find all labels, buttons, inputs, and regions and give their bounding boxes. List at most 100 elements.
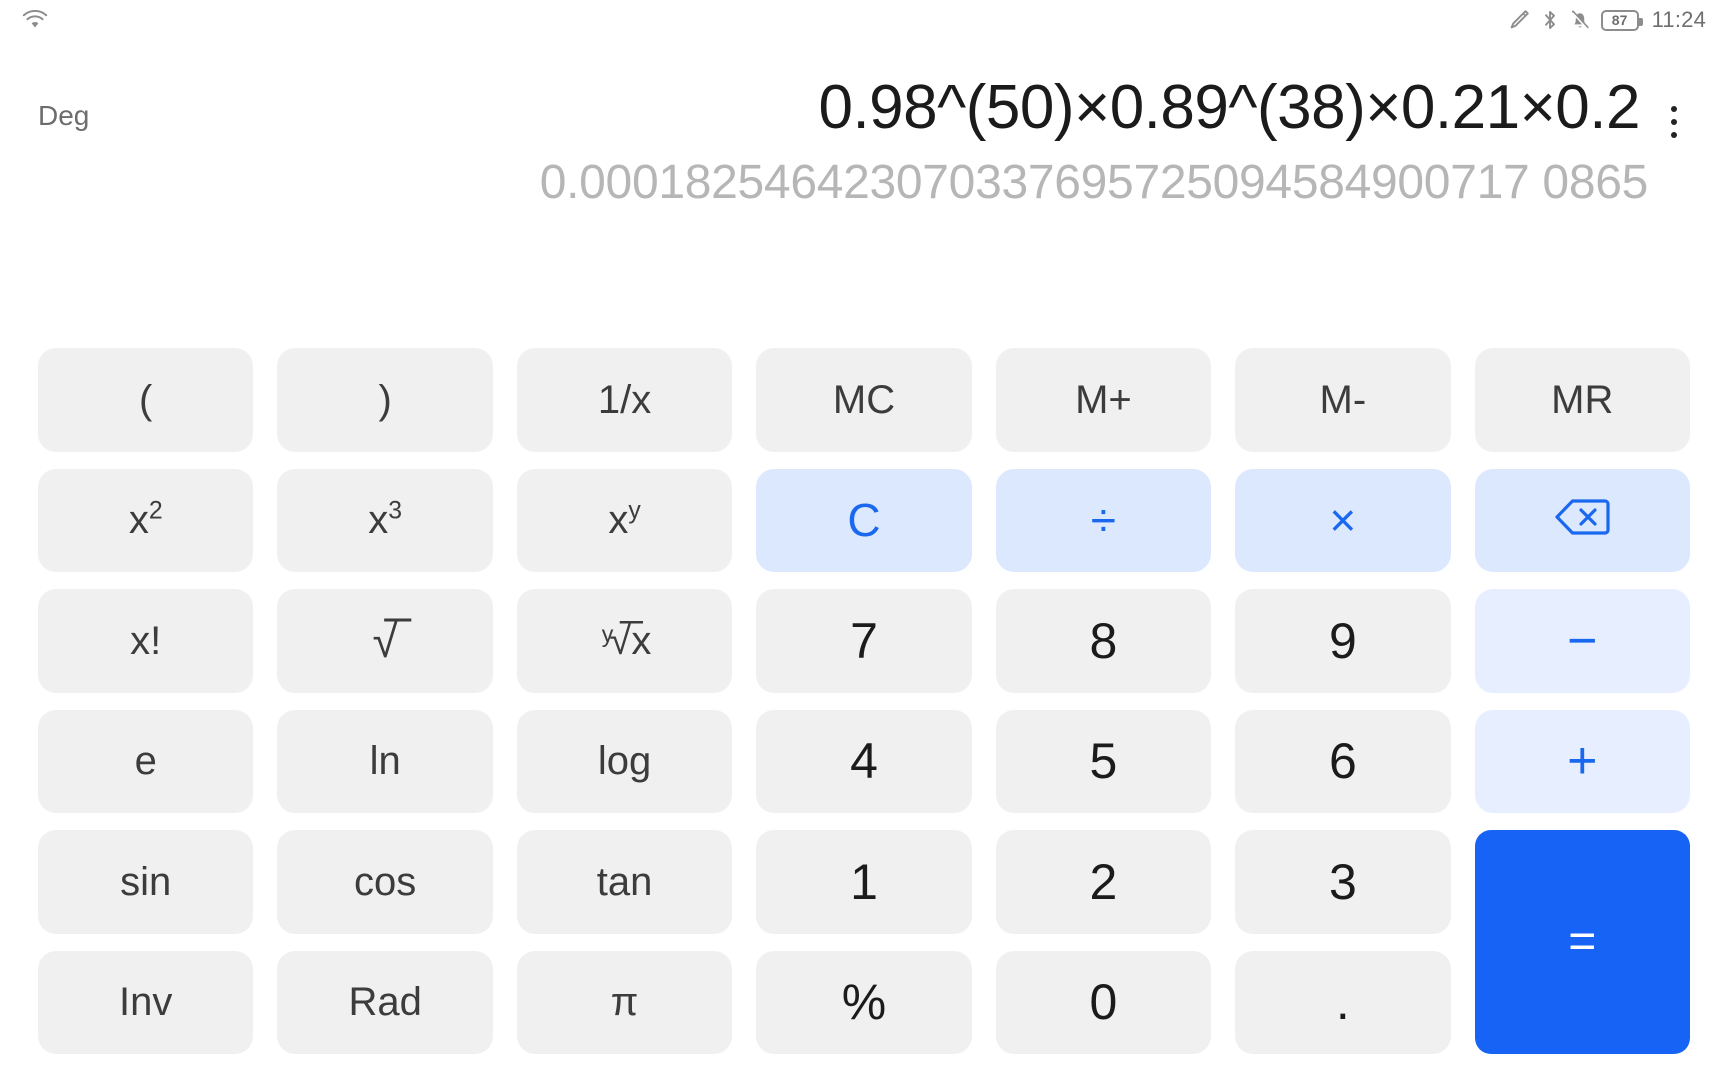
battery-indicator: 87 <box>1600 9 1643 31</box>
key-label: Inv <box>119 980 173 1025</box>
key-digit-9[interactable]: 9 <box>1235 589 1451 693</box>
key-memory-subtract[interactable]: M- <box>1235 348 1451 452</box>
key-equals[interactable]: = <box>1474 830 1690 1054</box>
key-label: 1 <box>850 853 878 910</box>
bluetooth-icon <box>1541 9 1559 31</box>
key-label: √̅̅̅ <box>372 614 398 667</box>
key-label: ln <box>369 739 401 784</box>
key-label: . <box>1335 974 1350 1031</box>
key-multiply[interactable]: × <box>1235 468 1451 572</box>
expression-row: 0.98^(50)×0.89^(38)×0.21×0.2 <box>0 72 1728 158</box>
key-factorial[interactable]: x! <box>38 589 254 693</box>
key-digit-7[interactable]: 7 <box>756 589 972 693</box>
status-bar-right: 87 11:24 <box>1508 7 1706 33</box>
result-text: 0.000182546423070337695725094584900717 0… <box>539 156 1649 209</box>
key-add[interactable]: + <box>1474 709 1690 813</box>
key-label: xy <box>608 497 641 543</box>
key-backspace[interactable] <box>1474 468 1690 572</box>
key-sine[interactable]: sin <box>38 830 254 934</box>
key-label: x! <box>130 618 162 663</box>
bell-muted-icon <box>1570 9 1590 31</box>
key-label: M+ <box>1075 377 1132 422</box>
key-square[interactable]: x2 <box>38 468 254 572</box>
calculator-display: Deg 0.98^(50)×0.89^(38)×0.21×0.2 0.00018… <box>0 40 1728 290</box>
key-label: e <box>134 739 157 784</box>
key-label: ( <box>139 377 153 422</box>
key-digit-6[interactable]: 6 <box>1235 709 1451 813</box>
key-subtract[interactable]: − <box>1474 589 1690 693</box>
key-label: 3 <box>1328 853 1357 910</box>
key-cosine[interactable]: cos <box>277 830 493 934</box>
key-close-paren[interactable]: ) <box>277 348 493 452</box>
status-bar: 87 11:24 <box>0 0 1728 40</box>
backspace-icon <box>1554 497 1610 544</box>
key-memory-recall[interactable]: MR <box>1474 348 1690 452</box>
key-label: C <box>847 494 881 547</box>
battery-level: 87 <box>1611 12 1628 28</box>
key-label: 1/x <box>597 377 652 422</box>
key-digit-2[interactable]: 2 <box>995 830 1212 934</box>
key-label: 4 <box>850 733 878 790</box>
key-label: π <box>610 980 639 1025</box>
key-square-root[interactable]: √̅̅̅ <box>277 589 493 693</box>
key-inverse[interactable]: Inv <box>38 950 254 1054</box>
key-memory-add[interactable]: M+ <box>995 348 1212 452</box>
key-label: + <box>1567 732 1598 791</box>
key-reciprocal[interactable]: 1/x <box>516 348 733 452</box>
key-digit-0[interactable]: 0 <box>995 950 1212 1054</box>
key-label: × <box>1329 494 1357 547</box>
key-label: x2 <box>128 497 163 543</box>
key-label: − <box>1567 611 1598 670</box>
key-percent[interactable]: % <box>756 950 972 1054</box>
menu-dot <box>1671 132 1677 138</box>
key-label: x3 <box>368 497 403 543</box>
key-log[interactable]: log <box>516 709 733 813</box>
key-pi[interactable]: π <box>516 950 733 1054</box>
key-label: tan <box>596 859 653 904</box>
key-label: cos <box>354 859 417 904</box>
key-label: 8 <box>1089 612 1118 669</box>
key-divide[interactable]: ÷ <box>995 468 1212 572</box>
status-bar-left <box>22 10 48 30</box>
key-label: 5 <box>1089 733 1118 790</box>
key-cube[interactable]: x3 <box>277 468 493 572</box>
key-power[interactable]: xy <box>516 468 733 572</box>
key-label: = <box>1568 915 1597 968</box>
key-label: 0 <box>1089 974 1118 1031</box>
key-label: 9 <box>1328 612 1357 669</box>
menu-dot <box>1671 119 1677 125</box>
key-radian-mode[interactable]: Rad <box>277 950 493 1054</box>
key-label: Rad <box>348 980 422 1025</box>
key-label: ) <box>378 377 392 422</box>
key-digit-3[interactable]: 3 <box>1235 830 1451 934</box>
key-digit-4[interactable]: 4 <box>756 709 972 813</box>
key-label: 2 <box>1089 853 1118 910</box>
wifi-icon <box>22 10 48 30</box>
key-clear[interactable]: C <box>756 468 972 572</box>
key-digit-8[interactable]: 8 <box>995 589 1212 693</box>
key-decimal-point[interactable]: . <box>1235 950 1451 1054</box>
more-vertical-icon[interactable] <box>1648 86 1700 158</box>
key-label: M- <box>1319 377 1367 422</box>
stylus-icon <box>1508 9 1530 31</box>
key-label: MC <box>832 377 896 422</box>
key-open-paren[interactable]: ( <box>38 348 254 452</box>
key-natural-log[interactable]: ln <box>277 709 493 813</box>
key-memory-clear[interactable]: MC <box>756 348 972 452</box>
menu-dot <box>1671 106 1677 112</box>
key-tangent[interactable]: tan <box>516 830 733 934</box>
key-digit-5[interactable]: 5 <box>995 709 1212 813</box>
key-label: y √̅x <box>601 618 652 663</box>
clock-time: 11:24 <box>1651 7 1706 32</box>
key-label: 7 <box>850 612 878 669</box>
key-label: % <box>841 974 887 1031</box>
key-nth-root[interactable]: y √̅x <box>516 589 733 693</box>
key-digit-1[interactable]: 1 <box>756 830 972 934</box>
key-euler-constant[interactable]: e <box>38 709 254 813</box>
key-label: MR <box>1551 377 1614 422</box>
expression-text: 0.98^(50)×0.89^(38)×0.21×0.2 <box>818 73 1640 142</box>
keypad: () 1/x MC M+ M- MR x2 x3 xy C ÷ × x! √̅̅̅ y √̅x 7 8 9 − e ln l… <box>38 348 1690 1054</box>
key-label: ÷ <box>1090 494 1117 547</box>
key-label: sin <box>120 859 172 904</box>
key-label: log <box>597 739 652 784</box>
